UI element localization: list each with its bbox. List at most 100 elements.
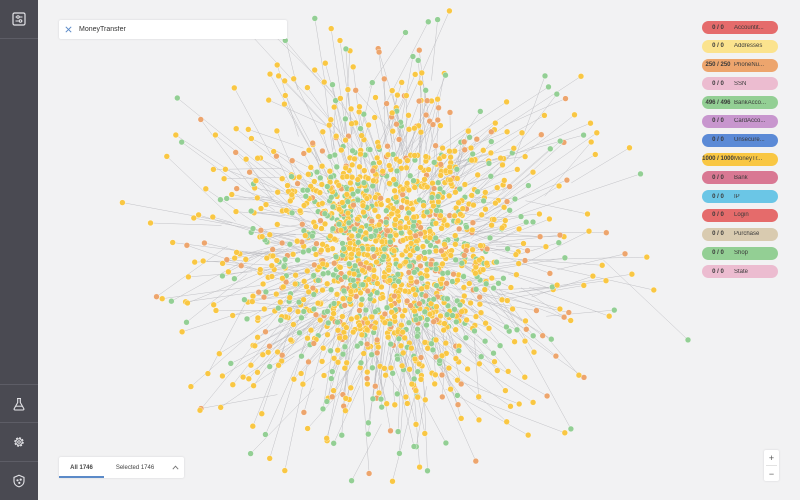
- graph-node[interactable]: [324, 331, 331, 338]
- graph-node[interactable]: [430, 318, 437, 325]
- graph-node[interactable]: [281, 467, 288, 474]
- graph-node[interactable]: [447, 154, 454, 161]
- graph-node[interactable]: [275, 362, 282, 369]
- graph-node[interactable]: [417, 224, 424, 231]
- graph-node[interactable]: [557, 138, 564, 145]
- graph-node[interactable]: [580, 132, 587, 139]
- graph-node[interactable]: [327, 116, 334, 123]
- graph-node[interactable]: [300, 248, 307, 255]
- graph-node[interactable]: [530, 349, 538, 356]
- graph-node[interactable]: [183, 242, 190, 249]
- graph-node[interactable]: [233, 125, 240, 132]
- graph-node[interactable]: [243, 156, 250, 163]
- graph-node[interactable]: [606, 313, 613, 320]
- graph-node[interactable]: [359, 281, 366, 288]
- graph-node[interactable]: [358, 132, 365, 139]
- graph-node[interactable]: [503, 198, 511, 205]
- graph-node[interactable]: [352, 87, 359, 94]
- graph-node[interactable]: [385, 197, 392, 204]
- graph-node[interactable]: [416, 300, 423, 307]
- graph-node[interactable]: [216, 350, 223, 357]
- graph-node[interactable]: [490, 350, 497, 357]
- graph-node[interactable]: [429, 346, 436, 353]
- graph-node[interactable]: [288, 191, 295, 198]
- graph-node[interactable]: [331, 104, 338, 111]
- graph-node[interactable]: [232, 208, 240, 215]
- graph-node[interactable]: [277, 317, 284, 324]
- graph-node[interactable]: [280, 263, 288, 270]
- graph-node[interactable]: [318, 247, 325, 254]
- graph-node[interactable]: [521, 374, 528, 381]
- graph-node[interactable]: [334, 327, 342, 334]
- graph-node[interactable]: [476, 360, 483, 367]
- graph-node[interactable]: [273, 257, 280, 264]
- graph-node[interactable]: [233, 249, 240, 256]
- graph-node[interactable]: [245, 126, 252, 133]
- graph-node[interactable]: [326, 153, 334, 160]
- graph-node[interactable]: [446, 109, 454, 116]
- graph-node[interactable]: [346, 260, 353, 267]
- graph-node[interactable]: [405, 112, 412, 119]
- graph-node[interactable]: [423, 272, 431, 279]
- graph-node[interactable]: [328, 286, 335, 293]
- graph-node[interactable]: [412, 387, 419, 394]
- graph-node[interactable]: [411, 355, 419, 363]
- graph-node[interactable]: [391, 293, 398, 300]
- graph-node[interactable]: [402, 29, 409, 36]
- graph-node[interactable]: [254, 155, 261, 162]
- graph-node[interactable]: [311, 245, 318, 252]
- graph-node[interactable]: [364, 375, 371, 382]
- graph-node[interactable]: [414, 394, 421, 401]
- graph-node[interactable]: [373, 259, 380, 266]
- graph-node[interactable]: [313, 169, 321, 176]
- graph-node[interactable]: [575, 372, 582, 379]
- graph-node[interactable]: [442, 340, 449, 347]
- graph-node[interactable]: [416, 47, 423, 54]
- legend-item-moneytransfer[interactable]: 1000 / 1000 MoneyTr...: [702, 152, 778, 166]
- graph-node[interactable]: [504, 245, 511, 252]
- graph-node[interactable]: [300, 150, 307, 157]
- graph-node[interactable]: [249, 225, 257, 232]
- graph-node[interactable]: [494, 184, 501, 191]
- graph-node[interactable]: [492, 200, 499, 207]
- graph-node[interactable]: [294, 238, 301, 245]
- graph-node[interactable]: [460, 284, 467, 291]
- graph-node[interactable]: [319, 128, 326, 135]
- graph-node[interactable]: [311, 178, 318, 185]
- graph-node[interactable]: [516, 400, 523, 408]
- graph-node[interactable]: [472, 270, 479, 277]
- graph-node[interactable]: [428, 340, 435, 347]
- graph-node[interactable]: [381, 75, 388, 82]
- graph-node[interactable]: [461, 146, 468, 153]
- graph-node[interactable]: [411, 152, 418, 159]
- graph-node[interactable]: [423, 322, 430, 329]
- graph-node[interactable]: [294, 256, 301, 264]
- graph-node[interactable]: [495, 280, 502, 287]
- graph-node[interactable]: [391, 283, 398, 290]
- graph-node[interactable]: [436, 185, 444, 192]
- graph-node[interactable]: [461, 292, 468, 300]
- graph-node[interactable]: [366, 146, 374, 153]
- graph-node[interactable]: [380, 253, 387, 260]
- graph-node[interactable]: [422, 87, 429, 94]
- graph-node[interactable]: [446, 7, 453, 14]
- graph-node[interactable]: [328, 25, 335, 32]
- graph-node[interactable]: [249, 298, 256, 305]
- graph-node[interactable]: [487, 173, 494, 180]
- graph-node[interactable]: [310, 305, 317, 313]
- graph-node[interactable]: [202, 185, 209, 192]
- graph-node[interactable]: [290, 321, 297, 328]
- graph-node[interactable]: [530, 332, 537, 339]
- graph-node[interactable]: [334, 359, 342, 366]
- graph-node[interactable]: [212, 131, 219, 139]
- graph-node[interactable]: [212, 307, 220, 314]
- graph-node[interactable]: [522, 153, 529, 160]
- graph-node[interactable]: [299, 221, 306, 228]
- graph-node[interactable]: [364, 380, 371, 388]
- graph-node[interactable]: [397, 262, 404, 270]
- legend-item-shop[interactable]: 0 / 0 Shop: [702, 246, 778, 260]
- graph-node[interactable]: [394, 92, 401, 99]
- graph-node[interactable]: [437, 172, 444, 179]
- graph-node[interactable]: [324, 183, 331, 190]
- graph-node[interactable]: [416, 360, 423, 368]
